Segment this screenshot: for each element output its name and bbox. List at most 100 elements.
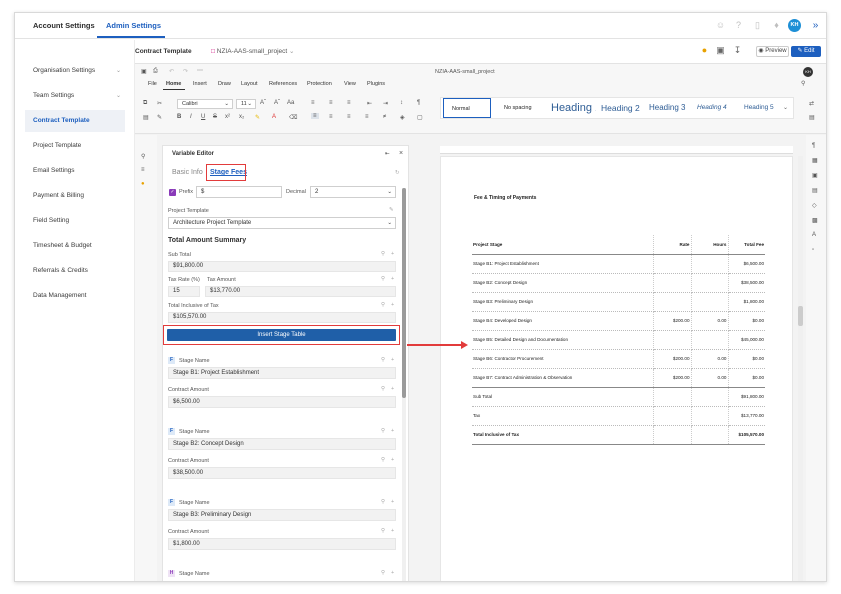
tab-account-settings[interactable]: Account Settings (33, 21, 95, 30)
sidebar-item-data-management[interactable]: Data Management (25, 285, 125, 307)
add-icon[interactable]: + (391, 570, 394, 576)
line-spacing-icon[interactable]: ↕ (400, 100, 403, 106)
horizontal-ruler[interactable] (440, 146, 793, 154)
print-icon[interactable]: ⎙ (153, 68, 158, 75)
search-icon[interactable]: ⚲ (381, 251, 385, 257)
editor-avatar[interactable]: KH (803, 67, 813, 77)
paragraph-mark-icon[interactable]: ¶ (417, 100, 420, 106)
font-color-icon[interactable]: A (272, 114, 276, 120)
menu-draw[interactable]: Draw (218, 81, 231, 87)
add-icon[interactable]: + (391, 499, 394, 505)
clipboard-icon[interactable]: ▯ (752, 20, 763, 31)
numbered-list-icon[interactable]: ≡ (329, 100, 333, 106)
menu-layout[interactable]: Layout (241, 81, 258, 87)
tax-rate-input[interactable]: 15 (168, 286, 200, 297)
sidebar-item-payment-billing[interactable]: Payment & Billing (25, 185, 125, 207)
add-icon[interactable]: + (391, 528, 394, 534)
style-heading-5[interactable]: Heading 5 (744, 98, 774, 118)
collapse-panel-icon[interactable]: ⇤ (385, 151, 390, 157)
menu-view[interactable]: View (344, 81, 356, 87)
sidebar-item-field-setting[interactable]: Field Setting (25, 210, 125, 232)
copy-icon[interactable]: ⧉ (143, 100, 147, 107)
search-icon[interactable]: ⚲ (381, 428, 385, 434)
menu-insert[interactable]: Insert (193, 81, 207, 87)
cut-icon[interactable]: ✂ (157, 100, 162, 107)
avatar[interactable]: KH (788, 19, 801, 32)
italic-icon[interactable]: I (190, 114, 192, 120)
add-icon[interactable]: + (391, 302, 394, 308)
multilevel-list-icon[interactable]: ≡ (347, 100, 351, 106)
search-icon[interactable]: ⚲ (801, 80, 805, 87)
highlight-icon[interactable]: ✎ (255, 114, 260, 121)
increase-indent-icon[interactable]: ⇥ (383, 100, 388, 107)
pencil-icon[interactable]: ✎ (389, 207, 394, 213)
style-copy-icon[interactable]: ▤ (809, 114, 815, 121)
style-normal[interactable]: Normal (443, 98, 491, 118)
document-select[interactable]: □ NZIA-AAS-small_project ⌄ (205, 44, 300, 59)
sidebar-item-timesheet-budget[interactable]: Timesheet & Budget (25, 235, 125, 257)
subscript-icon[interactable]: x₂ (239, 114, 244, 120)
font-size-select[interactable]: 11 ⌄ (236, 99, 256, 109)
tax-amount-value[interactable]: $13,770.00 (205, 286, 396, 297)
align-left-icon[interactable]: ≡ (311, 113, 319, 119)
header-footer-icon[interactable]: ▤ (812, 187, 818, 194)
tab-admin-settings[interactable]: Admin Settings (106, 21, 161, 30)
search-icon[interactable]: ⚲ (381, 357, 385, 363)
total-incl-tax-value[interactable]: $105,570.00 (168, 312, 396, 323)
prefix-input[interactable]: $ (196, 186, 282, 198)
style-heading-2[interactable]: Heading 2 (601, 98, 642, 118)
paste-icon[interactable]: ▤ (143, 114, 149, 121)
search-icon[interactable]: ⚲ (381, 302, 385, 308)
search-icon[interactable]: ⚲ (381, 276, 385, 282)
search-icon[interactable]: ⚲ (381, 528, 385, 534)
add-icon[interactable]: + (391, 386, 394, 392)
style-heading-1[interactable]: Heading 1 (551, 98, 596, 118)
search-icon[interactable]: ⚲ (141, 153, 145, 160)
download-icon[interactable]: ↧ (732, 45, 743, 56)
search-icon[interactable]: ⚲ (381, 457, 385, 463)
borders-icon[interactable]: ▢ (417, 114, 423, 121)
bold-icon[interactable]: B (177, 114, 181, 120)
style-no-spacing[interactable]: No spacing (504, 98, 532, 118)
signature-icon[interactable]: ▫ (812, 247, 814, 253)
chevron-down-icon[interactable]: ⌄ (783, 98, 788, 118)
paragraph-settings-icon[interactable]: ¶ (812, 143, 815, 149)
sidebar-item-email-settings[interactable]: Email Settings (25, 160, 125, 182)
colors-icon[interactable]: ● (699, 45, 710, 56)
tab-basic-info[interactable]: Basic Info (172, 169, 203, 176)
save-icon[interactable]: ▣ (141, 68, 147, 75)
document-scrollbar-thumb[interactable] (798, 306, 803, 326)
font-family-select[interactable]: Calibri ⌄ (177, 99, 233, 109)
sidebar-item-referrals-credits[interactable]: Referrals & Credits (25, 260, 125, 282)
sub-total-value[interactable]: $91,800.00 (168, 261, 396, 272)
style-heading-4[interactable]: Heading 4 (697, 98, 727, 118)
document-scrollbar[interactable] (798, 156, 803, 581)
chart-settings-icon[interactable]: ▩ (812, 217, 818, 224)
search-icon[interactable]: ⚲ (381, 499, 385, 505)
strikethrough-icon[interactable]: S (213, 114, 217, 120)
document-icon[interactable]: ▣ (715, 45, 726, 56)
table-settings-icon[interactable]: ▦ (812, 157, 818, 164)
prefix-checkbox[interactable]: ✓ (169, 189, 176, 196)
more-icon[interactable]: ⋯ (197, 67, 203, 74)
contract-amount-value[interactable]: $38,500.00 (168, 467, 396, 479)
document-page[interactable]: Fee & Timing of Payments Project Stage R… (440, 156, 793, 581)
help-icon[interactable]: ? (733, 20, 744, 31)
contract-amount-value[interactable]: $6,500.00 (168, 396, 396, 408)
undo-icon[interactable]: ↶ (169, 68, 174, 75)
add-icon[interactable]: + (391, 428, 394, 434)
search-icon[interactable]: ⚲ (381, 386, 385, 392)
menu-references[interactable]: References (269, 81, 297, 87)
user-add-icon[interactable]: ☺ (715, 20, 726, 31)
change-case-icon[interactable]: Aa (287, 100, 294, 106)
add-icon[interactable]: + (391, 457, 394, 463)
redo-icon[interactable]: ↷ (183, 68, 188, 75)
sidebar-item-organisation-settings[interactable]: Organisation Settings ⌄ (25, 60, 125, 82)
sidebar-item-team-settings[interactable]: Team Settings ⌄ (25, 85, 125, 107)
shrink-font-icon[interactable]: Aˇ (274, 100, 280, 106)
sidebar-item-project-template[interactable]: Project Template (25, 135, 125, 157)
variables-icon[interactable]: ● (141, 181, 145, 187)
decrease-indent-icon[interactable]: ⇤ (367, 100, 372, 107)
align-center-icon[interactable]: ≡ (329, 114, 333, 120)
menu-file[interactable]: File (148, 81, 157, 87)
